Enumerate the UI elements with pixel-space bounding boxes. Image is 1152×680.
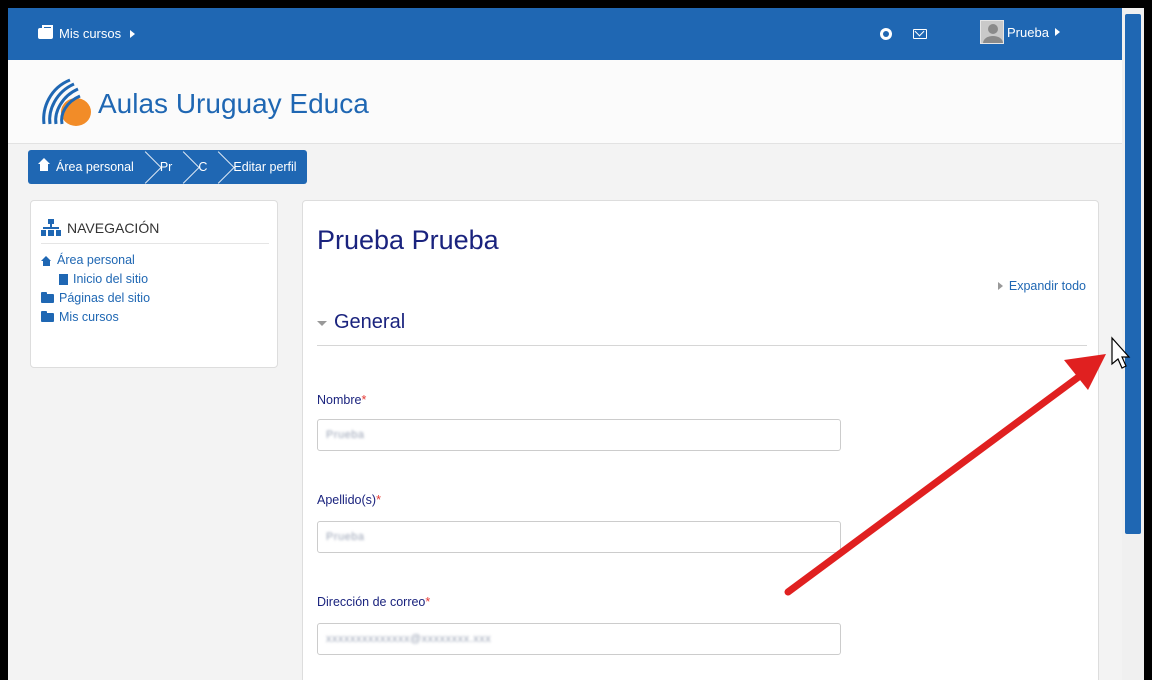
site-header: Aulas Uruguay Educa [8,60,1122,144]
my-courses-menu[interactable]: Mis cursos [38,25,136,41]
avatar [980,20,1004,44]
required-marker: * [425,595,431,609]
page-icon [59,274,68,285]
briefcase-icon [38,25,53,39]
navigation-divider [41,243,269,244]
navigation-block: NAVEGACIÓN Área personal Inicio del siti… [30,200,278,368]
edit-profile-form: Prueba Prueba Expandir todo General Nomb… [302,200,1099,680]
breadcrumb: Área personal Pr C Editar perfil [28,150,307,184]
caret-right-icon [130,29,136,38]
nav-item-my-courses[interactable]: Mis cursos [41,308,150,327]
browser-frame: Mis cursos Prueba Aulas Uruguay Educa Ár… [8,8,1144,680]
navigation-title: NAVEGACIÓN [41,219,159,237]
last-name-input[interactable]: Prueba [317,521,841,553]
user-name: Prueba [1007,24,1049,40]
first-name-label: Nombre* [317,393,367,407]
page-title: Prueba Prueba [317,225,499,255]
nav-item-site-pages[interactable]: Páginas del sitio [41,289,150,308]
help-icon[interactable] [878,26,894,42]
breadcrumb-separator [138,150,156,184]
site-logo[interactable] [36,74,92,130]
top-navbar: Mis cursos Prueba [8,8,1122,60]
folder-icon [41,292,54,303]
section-divider [317,345,1087,346]
home-icon [41,255,52,266]
folder-icon [41,311,54,322]
breadcrumb-separator [211,150,229,184]
section-general-toggle[interactable]: General [317,311,405,334]
last-name-label: Apellido(s)* [317,493,381,507]
page-scrollbar[interactable] [1122,8,1144,680]
caret-right-icon [1054,28,1060,36]
nav-item-site-home[interactable]: Inicio del sitio [41,270,150,289]
mail-icon[interactable] [912,26,928,42]
scrollbar-thumb[interactable] [1125,14,1141,534]
breadcrumb-item-edit-profile: Editar perfil [233,160,297,174]
user-menu[interactable]: Prueba [980,20,1060,44]
navigation-list: Área personal Inicio del sitio Páginas d… [41,251,150,327]
email-input[interactable]: xxxxxxxxxxxxxx@xxxxxxxx.xxx [317,623,841,655]
breadcrumb-item-home[interactable]: Área personal [38,150,134,184]
breadcrumb-separator [176,150,194,184]
first-name-input[interactable]: Prueba [317,419,841,451]
required-marker: * [376,493,381,507]
site-title[interactable]: Aulas Uruguay Educa [98,88,369,120]
home-icon [38,158,50,172]
nav-item-personal-area[interactable]: Área personal [41,251,150,270]
required-marker: * [361,393,367,407]
email-label: Dirección de correo* [317,595,431,609]
caret-down-icon [317,321,327,326]
caret-right-icon [997,282,1003,290]
expand-all-link[interactable]: Expandir todo [997,279,1086,293]
sitemap-icon [41,219,61,237]
my-courses-label: Mis cursos [59,26,122,41]
